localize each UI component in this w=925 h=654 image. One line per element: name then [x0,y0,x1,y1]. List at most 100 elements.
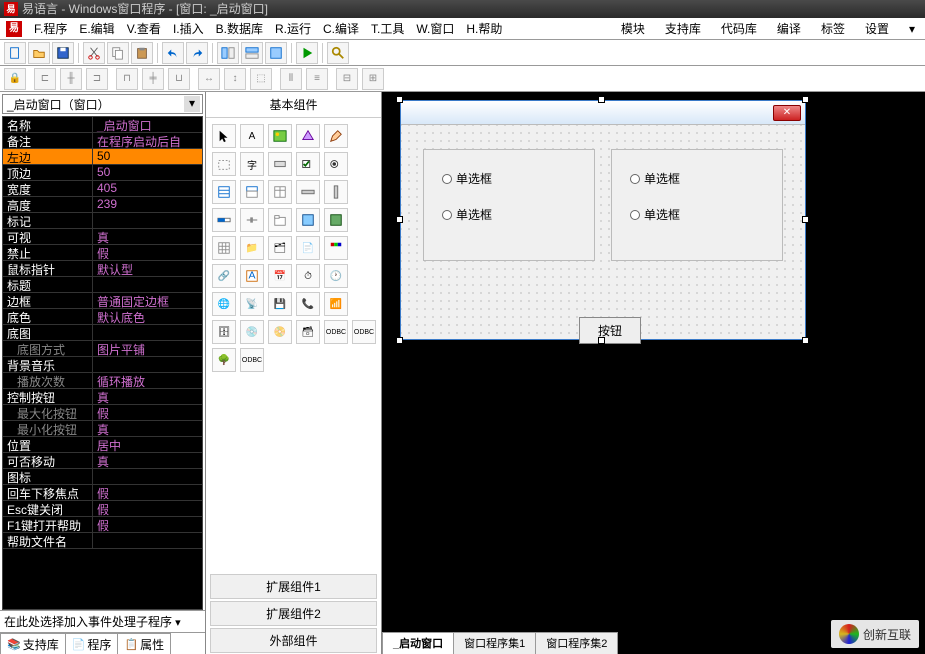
tb-window3-icon[interactable] [265,42,287,64]
palette-external-button[interactable]: 外部组件 [210,628,377,653]
property-row[interactable]: 标记 [3,213,202,229]
tab-program[interactable]: 📄 程序 [65,633,119,654]
comp-db2-icon[interactable]: 💿 [240,320,264,344]
form-designer[interactable]: ✕ 单选框 单选框 单选框 单选框 按钮 [400,100,806,340]
comp-image-icon[interactable] [296,208,320,232]
property-row[interactable]: 图标 [3,469,202,485]
comp-grid-icon[interactable] [212,236,236,260]
property-row[interactable]: 帮助文件名 [3,533,202,549]
radio-3[interactable]: 单选框 [630,170,680,187]
property-row[interactable]: 底色默认底色 [3,309,202,325]
property-row[interactable]: 顶边50 [3,165,202,181]
comp-shape-icon[interactable] [296,124,320,148]
tb-align-center-h-icon[interactable]: ╫ [60,68,82,90]
tb-vspace-icon[interactable]: ≡ [306,68,328,90]
tb-paste-icon[interactable] [131,42,153,64]
menu-compile-r[interactable]: 编译 [773,18,805,39]
menu-codebase[interactable]: 代码库 [717,18,761,39]
tb-find-icon[interactable] [327,42,349,64]
resize-handle[interactable] [396,216,403,223]
comp-net2-icon[interactable]: 📡 [240,292,264,316]
comp-link-icon[interactable]: 🔗 [212,264,236,288]
tb-undo-icon[interactable] [162,42,184,64]
comp-db3-icon[interactable]: 📀 [268,320,292,344]
tb-copy-icon[interactable] [107,42,129,64]
property-row[interactable]: 边框普通固定边框 [3,293,202,309]
resize-handle[interactable] [396,96,403,103]
property-row[interactable]: 最大化按钮假 [3,405,202,421]
property-row[interactable]: 底图 [3,325,202,341]
palette-ext2-button[interactable]: 扩展组件2 [210,601,377,626]
property-row[interactable]: 可视真 [3,229,202,245]
tab-properties[interactable]: 📋 属性 [117,633,171,654]
tb-cut-icon[interactable] [83,42,105,64]
property-row[interactable]: 位置居中 [3,437,202,453]
tb-open-icon[interactable] [28,42,50,64]
menu-database[interactable]: B.数据库 [212,18,267,39]
resize-handle[interactable] [802,96,809,103]
comp-groupbox-icon[interactable] [212,152,236,176]
resize-handle[interactable] [598,96,605,103]
comp-button-icon[interactable] [268,152,292,176]
menu-insert[interactable]: I.插入 [169,18,208,39]
tb-align-left-icon[interactable]: ⊏ [34,68,56,90]
comp-combobox-icon[interactable] [240,180,264,204]
groupbox-1[interactable]: 单选框 单选框 [423,149,595,261]
property-row[interactable]: 宽度405 [3,181,202,197]
tb-same-height-icon[interactable]: ↕ [224,68,246,90]
property-row[interactable]: 可否移动真 [3,453,202,469]
comp-net4-icon[interactable]: 📞 [296,292,320,316]
comp-checkbox-icon[interactable] [296,152,320,176]
tb-save-icon[interactable] [52,42,74,64]
menu-tools[interactable]: T.工具 [367,18,408,39]
tb-same-width-icon[interactable]: ↔ [198,68,220,90]
comp-picture-icon[interactable] [268,124,292,148]
property-row[interactable]: 控制按钮真 [3,389,202,405]
comp-vscroll-icon[interactable] [324,180,348,204]
radio-1[interactable]: 单选框 [442,170,492,187]
radio-4[interactable]: 单选框 [630,206,680,223]
menu-run[interactable]: R.运行 [271,18,315,39]
tb-same-size-icon[interactable]: ⬚ [250,68,272,90]
menu-dropdown-icon[interactable]: ▾ [905,20,919,38]
property-row[interactable]: 名称_启动窗口 [3,117,202,133]
tab-startwindow[interactable]: _启动窗口 [382,632,454,654]
tb-align-top-icon[interactable]: ⊓ [116,68,138,90]
tab-winprogset2[interactable]: 窗口程序集2 [535,632,618,654]
comp-pointer-icon[interactable] [212,124,236,148]
tb-align-bottom-icon[interactable]: ⊔ [168,68,190,90]
tb-redo-icon[interactable] [186,42,208,64]
object-selector-dropdown[interactable]: _启动窗口（窗口） ▾ [2,94,203,114]
tb-center-h-icon[interactable]: ⊟ [336,68,358,90]
radio-2[interactable]: 单选框 [442,206,492,223]
property-row[interactable]: 播放次数循环播放 [3,373,202,389]
tb-window2-icon[interactable] [241,42,263,64]
comp-timer-icon[interactable]: ⏱ [296,264,320,288]
comp-hscroll-icon[interactable] [296,180,320,204]
property-row[interactable]: 回车下移焦点假 [3,485,202,501]
property-row[interactable]: 备注在程序启动后自 [3,133,202,149]
comp-folder-icon[interactable]: 🗂 [268,236,292,260]
tb-new-icon[interactable] [4,42,26,64]
comp-slider-icon[interactable] [240,208,264,232]
comp-net5-icon[interactable]: 📶 [324,292,348,316]
menu-edit[interactable]: E.编辑 [75,18,118,39]
property-row[interactable]: 最小化按钮真 [3,421,202,437]
event-selector[interactable]: 在此处选择加入事件处理子程序 ▾ [0,610,205,632]
comp-radio-icon[interactable] [324,152,348,176]
tb-align-right-icon[interactable]: ⊐ [86,68,108,90]
tb-window1-icon[interactable] [217,42,239,64]
comp-odbc1-icon[interactable]: ODBC [324,320,348,344]
resize-handle[interactable] [802,337,809,344]
comp-net1-icon[interactable]: 🌐 [212,292,236,316]
groupbox-2[interactable]: 单选框 单选框 [611,149,783,261]
comp-db1-icon[interactable]: 🗄 [212,320,236,344]
chevron-down-icon[interactable]: ▾ [184,96,200,112]
comp-odbc2-icon[interactable]: ODBC [352,320,376,344]
property-row[interactable]: F1键打开帮助假 [3,517,202,533]
property-row[interactable]: 底图方式图片平铺 [3,341,202,357]
menu-module[interactable]: 模块 [617,18,649,39]
comp-progress-icon[interactable] [212,208,236,232]
resize-handle[interactable] [396,337,403,344]
form-button[interactable]: 按钮 [579,317,641,344]
